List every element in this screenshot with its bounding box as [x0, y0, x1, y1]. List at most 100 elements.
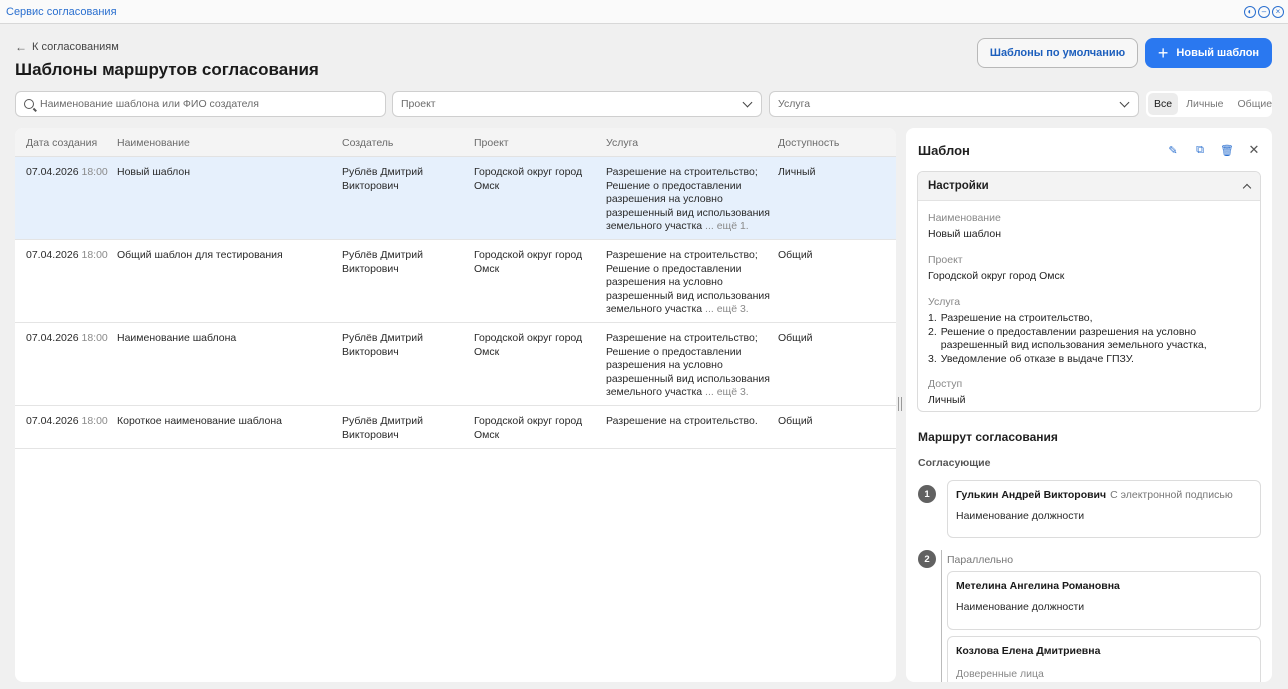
time-value: 18:00 — [81, 332, 108, 344]
column-header-creator[interactable]: Создатель — [342, 137, 393, 149]
approver-name: Козлова Елена Дмитриевна — [956, 645, 1101, 657]
detail-actions: ✎ ⧉ 🗑 ✕ — [1165, 142, 1262, 158]
column-header-service[interactable]: Услуга — [606, 137, 638, 149]
delete-icon[interactable]: 🗑 — [1219, 142, 1235, 158]
settings-title: Настройки — [928, 180, 989, 192]
settings-body: Наименование Новый шаблон Проект Городск… — [918, 201, 1260, 411]
time-value: 18:00 — [81, 415, 108, 427]
time-value: 18:00 — [81, 166, 108, 178]
column-header-date[interactable]: Дата создания — [26, 137, 97, 149]
access-filter-segmented: Все Личные Общие — [1146, 91, 1272, 117]
row-name: Короткое наименование шаблона — [117, 415, 282, 427]
settings-header[interactable]: Настройки — [918, 172, 1260, 201]
new-template-label: Новый шаблон — [1176, 47, 1260, 59]
chevron-down-icon — [1119, 97, 1130, 107]
chevron-up-icon — [1242, 183, 1252, 192]
back-link-label: К согласованиям — [32, 41, 119, 53]
templates-table: Дата создания Наименование Создатель Про… — [15, 128, 896, 682]
service-more-link[interactable]: ... ещё 3. — [705, 386, 749, 398]
chevron-down-icon — [742, 97, 753, 107]
row-service: Разрешение на строительство. — [606, 415, 758, 427]
service-more-link[interactable]: ... ещё 1. — [705, 220, 749, 232]
date-value: 07.04.2026 — [26, 332, 79, 344]
row-project: Городской округ город Омск — [474, 415, 583, 441]
list-item: 1. Разрешение на строительство, — [928, 312, 1250, 326]
service-item: Разрешение на строительство, — [940, 312, 1093, 324]
parallel-label: Параллельно — [947, 554, 1014, 566]
plus-icon: + — [1157, 43, 1169, 63]
approver-header: Гулькин Андрей Викторович С электронной п… — [956, 489, 1252, 501]
approver-card[interactable]: Гулькин Андрей Викторович С электронной п… — [947, 480, 1261, 538]
service-item: Решение о предоставлении разрешения на у… — [940, 325, 1207, 352]
row-service: Разрешение на строительство; Решение о п… — [606, 332, 771, 400]
project-label: Проект — [928, 254, 963, 266]
approver-name: Гулькин Андрей Викторович — [956, 489, 1107, 501]
row-creator: Рублёв Дмитрий Викторович — [342, 166, 423, 192]
row-date: 07.04.2026 18:00 — [26, 249, 108, 263]
time-value: 18:00 — [81, 249, 108, 261]
table-row[interactable]: 07.04.2026 18:00 Общий шаблон для тестир… — [15, 240, 896, 323]
service-item: Уведомление об отказе в выдаче ГПЗУ. — [940, 352, 1134, 365]
row-project: Городской округ город Омск — [474, 166, 583, 192]
table-header: Дата создания Наименование Создатель Про… — [15, 128, 896, 157]
segment-personal[interactable]: Личные — [1180, 93, 1229, 115]
theme-icon[interactable]: ◐ — [1244, 6, 1256, 18]
edit-icon[interactable]: ✎ — [1165, 142, 1181, 158]
approver-name: Метелина Ангелина Романовна — [956, 580, 1120, 592]
table-row[interactable]: 07.04.2026 18:00 Наименование шаблона Ру… — [15, 323, 896, 406]
page-title: Шаблоны маршрутов согласования — [15, 60, 319, 79]
list-item: 3. Уведомление об отказе в выдаче ГПЗУ. — [928, 353, 1250, 367]
arrow-left-icon: ← — [15, 40, 27, 54]
list-number: 3. — [928, 352, 937, 365]
column-header-access[interactable]: Доступность — [778, 137, 839, 149]
search-placeholder: Наименование шаблона или ФИО создателя — [40, 98, 259, 110]
row-service: Разрешение на строительство; Решение о п… — [606, 249, 771, 317]
approvers-label: Согласующие — [918, 457, 991, 469]
column-header-project[interactable]: Проект — [474, 137, 509, 149]
service-list: 1. Разрешение на строительство, 2. Решение… — [928, 312, 1250, 366]
approver-position: Наименование должности — [956, 601, 1085, 613]
window-controls: ◐ – × — [1244, 6, 1284, 18]
list-number: 2. — [928, 325, 937, 338]
copy-icon[interactable]: ⧉ — [1192, 142, 1208, 158]
date-value: 07.04.2026 — [26, 166, 79, 178]
default-templates-button[interactable]: Шаблоны по умолчанию — [977, 38, 1138, 68]
access-label: Доступ — [928, 378, 963, 390]
signature-note: С электронной подписью — [1110, 489, 1233, 501]
panel-resize-handle[interactable] — [898, 397, 902, 411]
search-input[interactable]: Наименование шаблона или ФИО создателя — [15, 91, 386, 117]
close-icon[interactable]: × — [1272, 6, 1284, 18]
name-label: Наименование — [928, 212, 1001, 224]
settings-section: Настройки Наименование Новый шаблон Прое… — [917, 171, 1261, 412]
row-creator: Рублёв Дмитрий Викторович — [342, 249, 423, 275]
service-more-link[interactable]: ... ещё 3. — [705, 303, 749, 315]
row-name: Наименование шаблона — [117, 332, 237, 344]
column-header-name[interactable]: Наименование — [117, 137, 190, 149]
date-value: 07.04.2026 — [26, 415, 79, 427]
segment-shared[interactable]: Общие — [1232, 93, 1279, 115]
route-title: Маршрут согласования — [918, 430, 1058, 444]
approver-card[interactable]: Метелина Ангелина Романовна Наименование… — [947, 571, 1261, 630]
close-icon[interactable]: ✕ — [1246, 142, 1262, 158]
row-project: Городской округ город Омск — [474, 249, 583, 275]
detail-title: Шаблон — [918, 143, 970, 158]
back-link[interactable]: ← К согласованиям — [15, 40, 119, 54]
search-icon — [24, 99, 34, 109]
trusted-persons-label: Доверенные лица — [956, 668, 1044, 680]
service-placeholder: Услуга — [778, 98, 811, 110]
service-select[interactable]: Услуга — [769, 91, 1139, 117]
parallel-group-line — [941, 550, 942, 682]
table-row[interactable]: 07.04.2026 18:00 Короткое наименование ш… — [15, 406, 896, 449]
segment-all[interactable]: Все — [1148, 93, 1179, 115]
service-label: Услуга — [928, 296, 961, 308]
minimize-icon[interactable]: – — [1258, 6, 1270, 18]
row-access: Общий — [778, 415, 813, 427]
table-row[interactable]: 07.04.2026 18:00 Новый шаблон Рублёв Дми… — [15, 157, 896, 240]
new-template-button[interactable]: + Новый шаблон — [1145, 38, 1272, 68]
name-value: Новый шаблон — [928, 228, 1002, 240]
approver-card[interactable]: Козлова Елена Дмитриевна Доверенные лица — [947, 636, 1261, 682]
step-number-badge: 2 — [918, 550, 936, 568]
row-service: Разрешение на строительство; Решение о п… — [606, 166, 771, 234]
row-date: 07.04.2026 18:00 — [26, 166, 108, 180]
project-select[interactable]: Проект — [392, 91, 762, 117]
